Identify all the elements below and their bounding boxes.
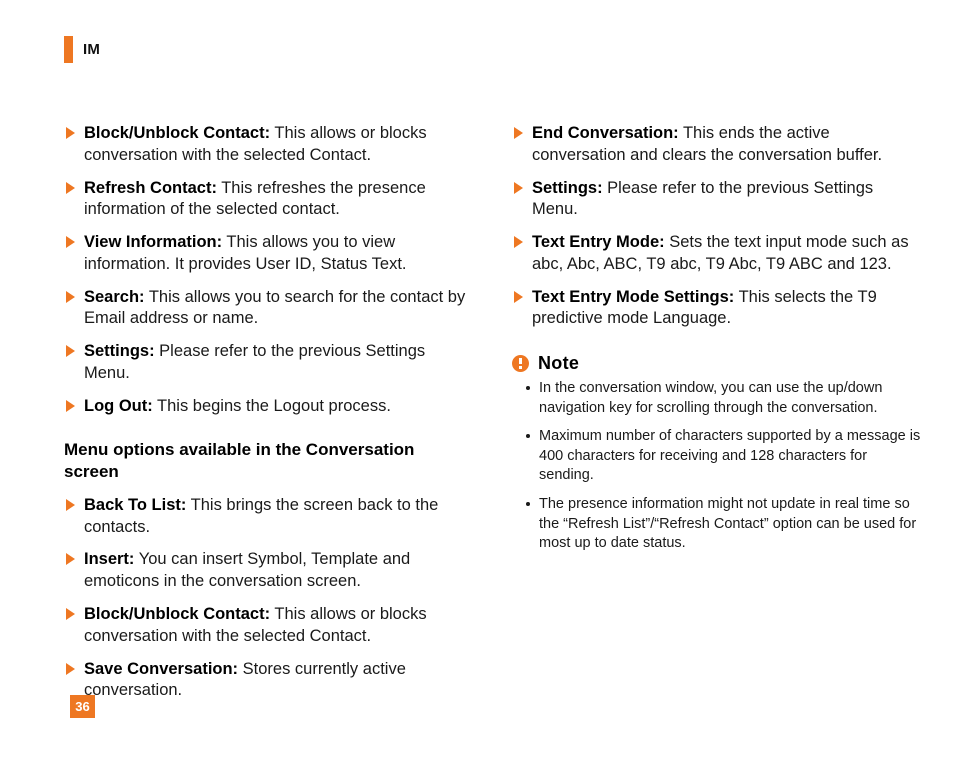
option-term: Settings:	[84, 342, 155, 361]
triangle-bullet-icon	[66, 399, 75, 412]
option-term: Log Out:	[84, 396, 153, 415]
triangle-bullet-icon	[66, 607, 75, 620]
option-term: Block/Unblock Contact:	[84, 124, 271, 142]
triangle-bullet-icon	[66, 236, 75, 249]
note-item-text: The presence information might not updat…	[539, 495, 917, 552]
running-header: IM	[64, 35, 100, 63]
note-title: Note	[538, 353, 580, 374]
exclamation-circle-icon	[512, 354, 529, 372]
list-item: Insert: You can insert Symbol, Template …	[64, 549, 472, 593]
conversation-menu-options-list-continued: End Conversation: This ends the active c…	[512, 123, 922, 330]
list-item: Save Conversation: Stores currently acti…	[64, 659, 472, 703]
note-items-list: In the conversation window, you can use …	[512, 379, 922, 554]
option-term: End Conversation:	[532, 124, 679, 142]
option-term: Block/Unblock Contact:	[84, 604, 271, 623]
triangle-bullet-icon	[66, 181, 75, 194]
round-bullet-icon	[526, 386, 530, 391]
list-item: View Information: This allows you to vie…	[64, 232, 472, 276]
triangle-bullet-icon	[66, 662, 75, 675]
round-bullet-icon	[526, 501, 530, 506]
list-item: Log Out: This begins the Logout process.	[64, 396, 472, 418]
triangle-bullet-icon	[514, 236, 523, 249]
list-item: Settings: Please refer to the previous S…	[512, 178, 922, 222]
triangle-bullet-icon	[514, 127, 523, 139]
note-heading: Note	[512, 354, 922, 372]
option-term: Back To List:	[84, 495, 187, 514]
page-number-badge: 36	[70, 695, 95, 718]
note-item-text: Maximum number of characters supported b…	[539, 428, 921, 484]
option-term: View Information:	[84, 233, 223, 252]
note-block: Note In the conversation window, you can…	[512, 354, 922, 554]
list-item: The presence information might not updat…	[526, 495, 922, 554]
section-heading: Menu options available in the Conversati…	[64, 440, 415, 482]
triangle-bullet-icon	[514, 290, 523, 303]
option-term: Insert:	[84, 550, 135, 569]
right-column: End Conversation: This ends the active c…	[512, 123, 922, 554]
list-item: Text Entry Mode Settings: This selects t…	[512, 287, 922, 331]
contact-menu-options-list: Block/Unblock Contact: This allows or bl…	[64, 123, 472, 417]
list-item: Block/Unblock Contact: This allows or bl…	[64, 604, 472, 648]
left-column: Block/Unblock Contact: This allows or bl…	[64, 123, 472, 702]
list-item: Back To List: This brings the screen bac…	[64, 495, 472, 539]
list-item: Text Entry Mode: Sets the text input mod…	[512, 232, 922, 276]
option-term: Text Entry Mode Settings:	[532, 287, 735, 306]
conversation-menu-options-list: Back To List: This brings the screen bac…	[64, 495, 472, 702]
triangle-bullet-icon	[66, 127, 75, 139]
list-item: Settings: Please refer to the previous S…	[64, 341, 472, 385]
option-term: Settings:	[532, 178, 603, 197]
triangle-bullet-icon	[66, 345, 75, 358]
option-term: Save Conversation:	[84, 659, 239, 678]
triangle-bullet-icon	[66, 553, 75, 566]
list-item: End Conversation: This ends the active c…	[512, 123, 922, 167]
option-term: Search:	[84, 287, 145, 306]
round-bullet-icon	[526, 434, 530, 439]
page-title: IM	[83, 40, 101, 58]
list-item: Maximum number of characters supported b…	[526, 427, 922, 486]
list-item: Refresh Contact: This refreshes the pres…	[64, 178, 472, 222]
list-item: Search: This allows you to search for th…	[64, 287, 472, 331]
note-item-text: In the conversation window, you can use …	[539, 380, 883, 416]
list-item: In the conversation window, you can use …	[526, 379, 922, 418]
option-term: Refresh Contact:	[84, 178, 217, 197]
triangle-bullet-icon	[66, 498, 75, 511]
header-accent-rule	[64, 35, 73, 63]
option-term: Text Entry Mode:	[532, 233, 665, 252]
list-item: Block/Unblock Contact: This allows or bl…	[64, 123, 472, 167]
triangle-bullet-icon	[514, 181, 523, 194]
triangle-bullet-icon	[66, 290, 75, 303]
option-description: This begins the Logout process.	[152, 396, 391, 415]
